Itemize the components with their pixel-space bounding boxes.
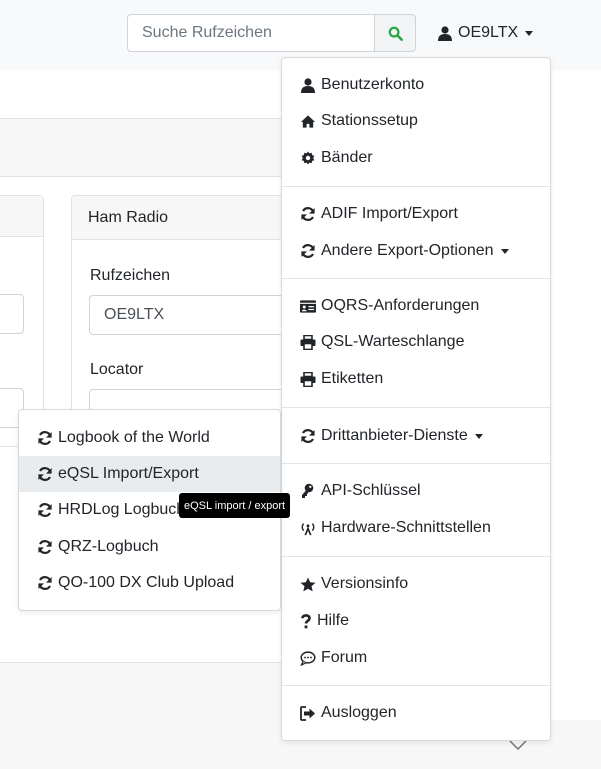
print-icon bbox=[300, 334, 316, 350]
sync-icon bbox=[300, 206, 316, 222]
submenu-item-label: Logbook of the World bbox=[58, 429, 210, 446]
section-footer bbox=[0, 662, 282, 722]
menu-item-label: Andere Export-Optionen bbox=[321, 242, 494, 259]
user-dropdown-menu: Benutzerkonto Stationssetup Bänder ADIF … bbox=[281, 57, 551, 741]
sync-icon bbox=[300, 243, 316, 259]
card-title: Ham Radio bbox=[72, 196, 302, 240]
submenu-item-lotw[interactable]: Logbook of the World bbox=[19, 420, 280, 456]
star-icon bbox=[300, 576, 316, 592]
menu-item-adif[interactable]: ADIF Import/Export bbox=[300, 205, 458, 223]
menu-item-third-party[interactable]: Drittanbieter-Dienste bbox=[300, 427, 483, 445]
menu-item-label: Stationssetup bbox=[321, 112, 418, 129]
search-input[interactable] bbox=[127, 14, 376, 52]
callsign-field[interactable] bbox=[89, 295, 302, 335]
left-input[interactable] bbox=[0, 294, 24, 334]
user-menu-toggle[interactable]: OE9LTX bbox=[437, 20, 534, 46]
submenu-item-label: QRZ-Logbuch bbox=[58, 538, 159, 555]
sync-icon bbox=[37, 539, 53, 555]
tooltip: eQSL import / export bbox=[179, 493, 291, 518]
sign-out-icon bbox=[300, 705, 316, 721]
menu-item-account[interactable]: Benutzerkonto bbox=[300, 76, 424, 94]
menu-item-hardware[interactable]: Hardware-Schnittstellen bbox=[300, 519, 491, 537]
chevron-down-icon bbox=[474, 433, 483, 439]
search-button[interactable] bbox=[374, 14, 416, 52]
menu-item-help[interactable]: Hilfe bbox=[300, 612, 349, 630]
menu-item-labels[interactable]: Etiketten bbox=[300, 370, 383, 388]
user-callsign: OE9LTX bbox=[458, 24, 519, 41]
sync-icon bbox=[37, 575, 53, 591]
menu-divider bbox=[282, 407, 550, 408]
menu-divider bbox=[282, 463, 550, 464]
comment-icon bbox=[300, 650, 316, 666]
antenna-icon bbox=[300, 520, 316, 536]
search-icon bbox=[387, 25, 403, 41]
menu-item-label: Hardware-Schnittstellen bbox=[321, 519, 491, 536]
user-icon bbox=[300, 77, 316, 93]
key-icon bbox=[300, 483, 316, 499]
submenu-item-label: HRDLog Logbuch bbox=[58, 501, 186, 518]
sync-icon bbox=[37, 466, 53, 482]
menu-item-version-info[interactable]: Versionsinfo bbox=[300, 575, 408, 593]
print-icon bbox=[300, 371, 316, 387]
menu-item-station-setup[interactable]: Stationssetup bbox=[300, 112, 418, 130]
menu-item-label: Ausloggen bbox=[321, 704, 397, 721]
menu-item-label: API-Schlüssel bbox=[321, 482, 421, 499]
menu-item-label: Bänder bbox=[321, 149, 373, 166]
menu-item-forum[interactable]: Forum bbox=[300, 649, 367, 667]
submenu-item-qrz[interactable]: QRZ-Logbuch bbox=[19, 529, 280, 565]
menu-item-qsl-queue[interactable]: QSL-Warteschlange bbox=[300, 333, 464, 351]
menu-item-label: OQRS-Anforderungen bbox=[321, 297, 480, 314]
menu-divider bbox=[282, 278, 550, 279]
menu-divider bbox=[282, 186, 550, 187]
menu-item-logout[interactable]: Ausloggen bbox=[300, 704, 397, 722]
chevron-down-icon bbox=[500, 248, 509, 254]
menu-item-bands[interactable]: Bänder bbox=[300, 149, 373, 167]
submenu-item-qo100[interactable]: QO-100 DX Club Upload bbox=[19, 565, 280, 601]
home-icon bbox=[300, 113, 316, 129]
menu-divider bbox=[282, 556, 550, 557]
section-header bbox=[0, 118, 282, 177]
sync-icon bbox=[37, 430, 53, 446]
user-icon bbox=[437, 25, 453, 41]
menu-item-label: Hilfe bbox=[317, 612, 350, 629]
menu-item-label: Drittanbieter-Dienste bbox=[321, 427, 468, 444]
submenu-item-label: QO-100 DX Club Upload bbox=[58, 574, 235, 591]
menu-item-other-export[interactable]: Andere Export-Optionen bbox=[300, 242, 509, 260]
id-card-icon bbox=[300, 298, 316, 314]
submenu-item-eqsl[interactable]: eQSL Import/Export bbox=[19, 456, 280, 492]
submenu-item-label: eQSL Import/Export bbox=[58, 465, 199, 482]
menu-divider bbox=[282, 685, 550, 686]
menu-item-api-keys[interactable]: API-Schlüssel bbox=[300, 482, 421, 500]
menu-item-label: Benutzerkonto bbox=[321, 76, 425, 93]
menu-item-label: Etiketten bbox=[321, 370, 384, 387]
sync-icon bbox=[37, 502, 53, 518]
gear-icon bbox=[300, 150, 316, 166]
chevron-down-icon bbox=[525, 30, 534, 36]
question-icon bbox=[300, 613, 312, 629]
menu-item-label: Versionsinfo bbox=[321, 575, 409, 592]
ham-radio-card: Ham Radio Rufzeichen Locator bbox=[71, 195, 303, 427]
sync-icon bbox=[300, 428, 316, 444]
menu-item-oqrs[interactable]: OQRS-Anforderungen bbox=[300, 297, 479, 315]
callsign-label: Rufzeichen bbox=[90, 267, 171, 284]
menu-item-label: ADIF Import/Export bbox=[321, 205, 458, 222]
locator-label: Locator bbox=[90, 361, 144, 378]
menu-item-label: QSL-Warteschlange bbox=[321, 333, 465, 350]
menu-item-label: Forum bbox=[321, 649, 368, 666]
